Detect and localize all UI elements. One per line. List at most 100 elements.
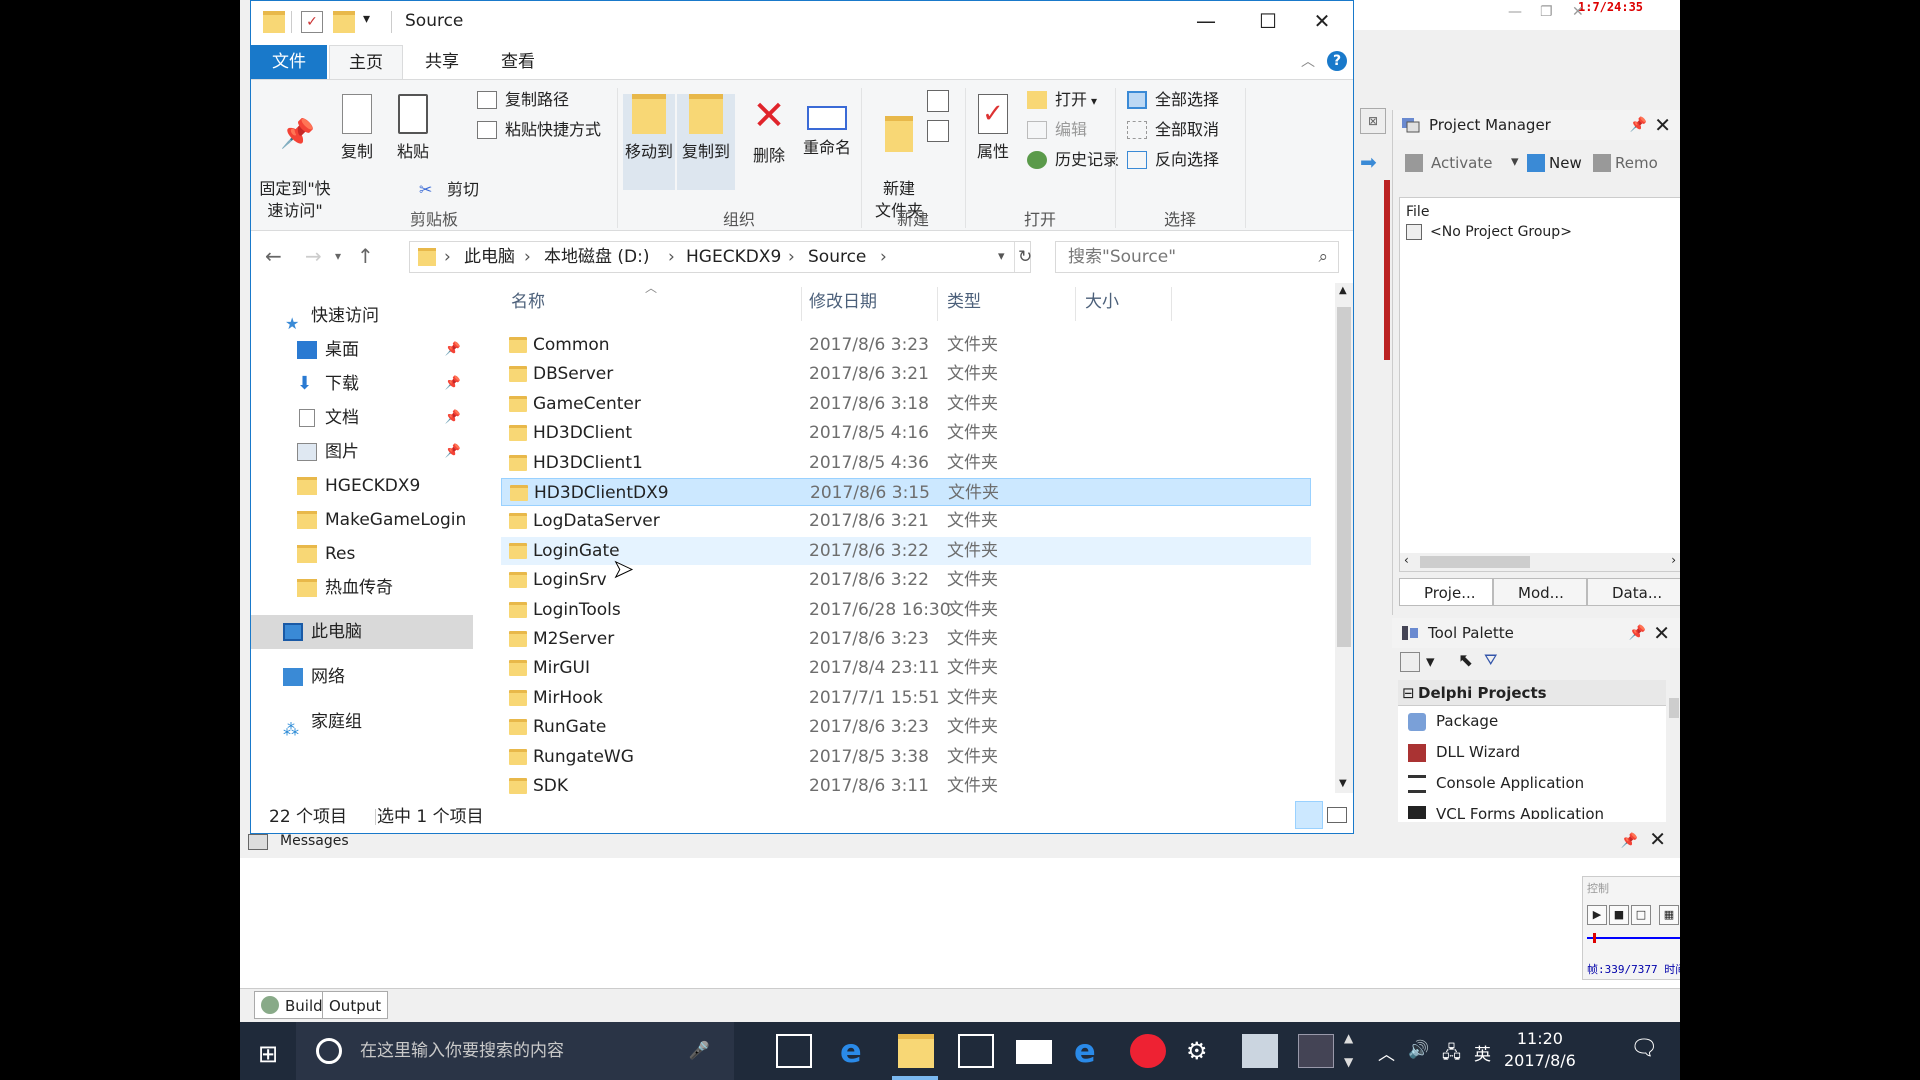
new-item-icon[interactable] <box>927 90 949 112</box>
cut-button[interactable]: ✂ 剪切 <box>419 176 479 204</box>
nav-makegamelogin[interactable]: MakeGameLogin <box>251 503 473 537</box>
nav-pictures[interactable]: 图片 📌 <box>251 435 473 469</box>
invert-selection-button[interactable]: 反向选择 <box>1127 146 1219 174</box>
palette-item-package[interactable]: Package <box>1398 706 1666 737</box>
notification-center-icon[interactable]: 🗨 <box>1630 1036 1658 1061</box>
categories-icon[interactable] <box>1400 652 1420 672</box>
network-tray-icon[interactable]: 🖧 <box>1442 1040 1461 1069</box>
tab-share[interactable]: 共享 <box>405 45 479 79</box>
tab-file[interactable]: 文件 <box>251 45 327 79</box>
pin-icon[interactable]: 📌 <box>1629 618 1646 648</box>
properties-check-icon[interactable]: ✓ <box>301 11 323 33</box>
pin-icon[interactable]: 📌 <box>1621 828 1638 854</box>
refresh-icon[interactable]: ↻ <box>1018 242 1032 272</box>
close-button[interactable]: ✕ <box>1291 1 1353 43</box>
close-icon[interactable]: ✕ <box>1649 826 1666 852</box>
nav-hgeckdx9[interactable]: HGECKDX9 <box>251 469 473 503</box>
copy-path-button[interactable]: 复制路径 <box>477 86 569 114</box>
scrollbar-thumb[interactable] <box>1420 556 1530 568</box>
scroll-left-icon[interactable]: ‹ <box>1404 553 1409 567</box>
history-button[interactable]: 历史记录 <box>1027 146 1119 174</box>
activate-button[interactable]: Activate <box>1431 154 1492 172</box>
properties-button[interactable]: ✓ 属性 <box>969 94 1017 162</box>
back-button[interactable]: ← <box>265 241 282 271</box>
nav-res[interactable]: Res <box>251 537 473 571</box>
help-icon[interactable]: ? <box>1327 51 1347 71</box>
details-view-icon[interactable] <box>1295 801 1323 829</box>
scrollbar-thumb[interactable] <box>1337 307 1351 647</box>
new-button[interactable]: New <box>1549 154 1582 172</box>
new-folder-button[interactable]: 新建 文件夹 <box>865 94 933 222</box>
ime-indicator[interactable]: 英 <box>1474 1040 1491 1065</box>
palette-item-console-application[interactable]: Console Application <box>1398 768 1666 799</box>
pointer-icon[interactable]: ⬉ <box>1458 650 1473 671</box>
taskbar-scroll-icon[interactable]: ▲ ▼ <box>1344 1026 1353 1074</box>
easy-access-icon[interactable] <box>927 120 949 142</box>
column-separator[interactable] <box>937 287 938 321</box>
file-row[interactable]: HD3DClientDX9 2017/8/6 3:15 文件夹 <box>501 478 1311 506</box>
pin-quick-access-button[interactable]: 📌 固定到"快 速访问" <box>259 94 331 222</box>
horizontal-scrollbar[interactable]: ‹ › <box>1400 553 1680 571</box>
file-row[interactable]: DBServer 2017/8/6 3:21 文件夹 <box>501 360 1311 388</box>
column-separator[interactable] <box>1075 287 1076 321</box>
volume-icon[interactable]: 🔊 <box>1408 1040 1429 1060</box>
customize-quick-access-icon[interactable]: ▾ <box>363 11 370 27</box>
column-type[interactable]: 类型 <box>947 283 981 321</box>
collapse-icon[interactable]: ⊟ <box>1402 680 1415 706</box>
palette-item-dll-wizard[interactable]: DLL Wizard <box>1398 737 1666 768</box>
delphi-app-icon[interactable]: ⚙ <box>1186 1034 1222 1068</box>
internet-explorer-icon[interactable]: e <box>1074 1034 1110 1068</box>
close-icon[interactable]: ✕ <box>1653 618 1670 648</box>
rename-button[interactable]: 重命名 <box>799 94 855 158</box>
tab-output[interactable]: Output <box>322 991 389 1019</box>
file-row[interactable]: LoginTools 2017/6/28 16:30 文件夹 <box>501 596 1311 624</box>
file-row[interactable]: SDK 2017/8/6 3:11 文件夹 <box>501 772 1311 800</box>
ide-restore-button[interactable]: ❐ <box>1540 4 1553 20</box>
file-row[interactable]: RungateWG 2017/8/5 3:38 文件夹 <box>501 743 1311 771</box>
tab-model[interactable]: Mod... <box>1493 578 1587 606</box>
show-hidden-icons-icon[interactable]: ︿ <box>1378 1040 1395 1065</box>
column-date-modified[interactable]: 修改日期 <box>809 283 877 321</box>
nav-downloads[interactable]: ⬇ 下载 📌 <box>251 367 473 401</box>
palette-item-vcl-forms[interactable]: VCL Forms Application <box>1398 799 1666 819</box>
tab-home[interactable]: 主页 <box>329 45 403 79</box>
pin-icon[interactable]: 📌 <box>1630 110 1647 140</box>
timeline-track[interactable] <box>1587 937 1680 939</box>
scrollbar-thumb[interactable] <box>1669 698 1679 718</box>
edit-button[interactable]: 编辑 <box>1027 116 1087 144</box>
search-icon[interactable]: ⌕ <box>1318 242 1328 272</box>
paste-shortcut-button[interactable]: 粘贴快捷方式 <box>477 116 601 144</box>
nav-homegroup[interactable]: ⁂ 家庭组 <box>251 705 473 739</box>
select-all-button[interactable]: 全部选择 <box>1127 86 1219 114</box>
breadcrumb-hgeckdx9[interactable]: HGECKDX9 <box>686 242 781 272</box>
ide-side-close-icon[interactable]: ⊠ <box>1360 108 1386 134</box>
copy-to-button[interactable]: 复制到 <box>677 94 735 190</box>
search-input[interactable]: 搜索"Source" ⌕ <box>1055 241 1339 273</box>
file-list-scrollbar[interactable]: ▲ ▼ <box>1335 283 1353 793</box>
file-row[interactable]: GameCenter 2017/8/6 3:18 文件夹 <box>501 390 1311 418</box>
colorful-app-icon[interactable] <box>1130 1034 1166 1068</box>
breadcrumb-this-pc[interactable]: 此电脑 <box>464 242 515 272</box>
file-row[interactable]: LogDataServer 2017/8/6 3:21 文件夹 <box>501 507 1311 535</box>
nav-rexue[interactable]: 热血传奇 <box>251 571 473 605</box>
chevron-down-icon[interactable]: ▾ <box>1511 152 1519 170</box>
ide-minimize-button[interactable]: — <box>1508 4 1522 20</box>
taskbar-clock[interactable]: 11:20 2017/8/6 <box>1504 1028 1576 1072</box>
up-button[interactable]: ↑ <box>357 241 374 271</box>
nav-documents[interactable]: 文档 📌 <box>251 401 473 435</box>
file-row[interactable]: MirGUI 2017/8/4 23:11 文件夹 <box>501 654 1311 682</box>
palette-scrollbar[interactable] <box>1668 680 1680 822</box>
timeline-marker[interactable] <box>1593 933 1596 943</box>
column-separator[interactable] <box>801 287 802 321</box>
address-box[interactable]: › 此电脑 › 本地磁盘 (D:) › HGECKDX9 › Source › … <box>409 241 1032 273</box>
nav-quick-access[interactable]: ★ 快速访问 <box>251 299 473 333</box>
column-name[interactable]: 名称 <box>511 283 545 321</box>
tab-project[interactable]: Proje... <box>1399 578 1493 606</box>
nav-desktop[interactable]: 桌面 📌 <box>251 333 473 367</box>
copy-button[interactable]: 复制 <box>335 94 379 162</box>
recent-locations-button[interactable]: ▾ <box>335 241 341 271</box>
stop-button[interactable]: □ <box>1631 905 1651 925</box>
scroll-right-icon[interactable]: › <box>1671 553 1676 567</box>
project-tree[interactable]: File <No Project Group> ‹ › <box>1399 197 1680 572</box>
pause-button[interactable]: ■ <box>1609 905 1629 925</box>
